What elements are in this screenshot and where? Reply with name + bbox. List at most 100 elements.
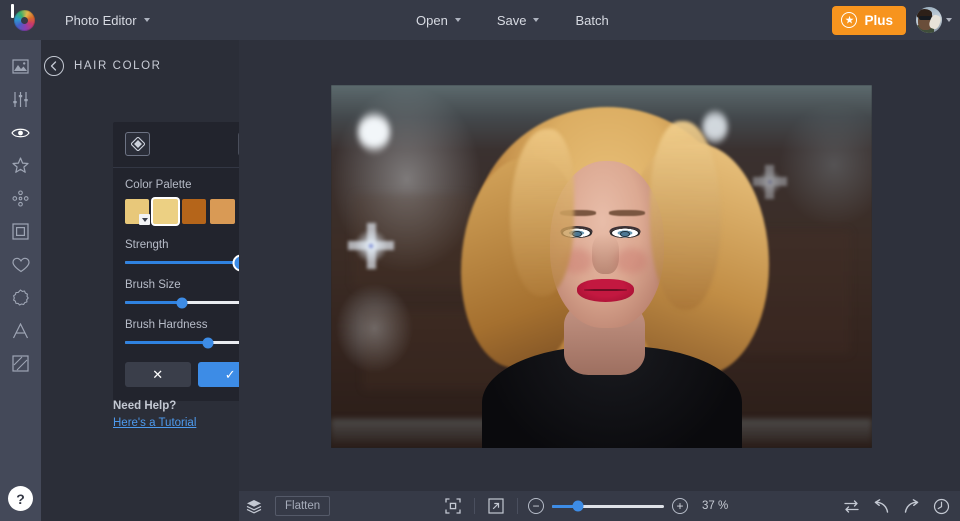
compare-button[interactable] <box>836 491 866 521</box>
expand-icon <box>488 498 504 514</box>
panel-header: HAIR COLOR <box>41 40 239 80</box>
fit-to-screen-icon <box>445 498 461 514</box>
zoom-in-button[interactable]: + <box>672 498 688 514</box>
sidebar-item-image[interactable] <box>0 50 41 83</box>
slider-brush-hardness-fill <box>125 341 208 344</box>
paint-tool-icon <box>131 137 145 151</box>
left-icon-rail: ? <box>0 40 41 521</box>
help-button[interactable]: ? <box>8 486 33 511</box>
divider <box>517 498 518 514</box>
layers-button[interactable] <box>239 491 269 521</box>
canvas-area[interactable] <box>239 40 960 491</box>
slider-brush-hardness-label: Brush Hardness <box>125 319 207 331</box>
app-switcher-menu[interactable]: Photo Editor <box>54 7 161 33</box>
layers-icon <box>246 499 262 514</box>
befunky-logo-icon <box>14 10 35 31</box>
star-icon: ★ <box>841 12 857 28</box>
swatch-copper[interactable] <box>182 199 206 224</box>
sidebar-item-overlays[interactable] <box>0 248 41 281</box>
redo-icon <box>903 499 920 514</box>
page-title: HAIR COLOR <box>74 60 162 72</box>
hair-strand-front-right <box>650 121 720 310</box>
sidebar-item-edit[interactable] <box>0 83 41 116</box>
texture-icon <box>12 355 29 372</box>
image-icon <box>12 59 29 74</box>
chevron-down-icon[interactable] <box>139 214 150 225</box>
slider-brush-size-thumb[interactable] <box>176 297 187 308</box>
sidebar-item-touch-up[interactable] <box>0 116 41 149</box>
chevron-down-icon <box>455 18 461 22</box>
swatch-tan[interactable] <box>210 199 234 224</box>
save-label: Save <box>497 13 527 28</box>
zoom-slider-track[interactable] <box>552 505 664 508</box>
tool-panel: HAIR COLOR Color Palette <box>41 40 239 521</box>
chevron-down-icon <box>946 18 952 22</box>
sidebar-item-graphics[interactable] <box>0 281 41 314</box>
nodes-icon <box>12 190 29 207</box>
top-toolbar: Photo Editor Open Save Batch ★ Plus <box>0 0 960 40</box>
zoom-out-label: − <box>532 500 539 512</box>
back-button[interactable] <box>44 56 64 76</box>
slider-brush-size-fill <box>125 301 182 304</box>
history-button[interactable] <box>926 491 956 521</box>
swatch-pale-gold[interactable] <box>153 199 177 224</box>
badge-icon <box>12 289 29 306</box>
eyebrow-right <box>609 210 645 215</box>
avatar <box>916 7 942 33</box>
batch-label: Batch <box>575 13 608 28</box>
account-menu[interactable] <box>916 7 952 33</box>
eye-icon <box>11 126 30 140</box>
text-a-icon <box>12 323 29 339</box>
undo-button[interactable] <box>866 491 896 521</box>
sliders-icon <box>12 91 29 108</box>
divider <box>474 498 475 514</box>
chevron-down-icon <box>144 18 150 22</box>
slider-strength-label: Strength <box>125 239 168 251</box>
portrait-woman-golden-hair[interactable] <box>331 85 872 448</box>
zoom-slider-thumb[interactable] <box>572 501 583 512</box>
chevron-down-icon <box>533 18 539 22</box>
cancel-button[interactable]: ✕ <box>125 362 191 387</box>
slider-brush-size-label: Brush Size <box>125 279 181 291</box>
bottom-toolbar: Flatten − + 37 % <box>239 491 960 521</box>
heart-icon <box>12 257 30 273</box>
top-toolbar-center: Open Save Batch <box>405 0 620 40</box>
history-icon <box>933 498 950 515</box>
open-button[interactable]: Open <box>405 7 472 33</box>
flatten-label: Flatten <box>285 500 320 512</box>
plus-label: Plus <box>864 13 893 28</box>
undo-icon <box>873 499 890 514</box>
batch-button[interactable]: Batch <box>564 7 619 33</box>
star-icon <box>12 157 29 174</box>
lips-red <box>577 279 634 302</box>
plus-upgrade-button[interactable]: ★ Plus <box>832 6 906 35</box>
swatch-custom[interactable] <box>125 199 149 224</box>
sidebar-item-textures[interactable] <box>0 347 41 380</box>
open-label: Open <box>416 13 448 28</box>
help-label: ? <box>16 491 25 507</box>
app-switcher-label: Photo Editor <box>65 13 137 28</box>
nose <box>592 234 619 274</box>
cancel-label: ✕ <box>152 367 163 383</box>
flatten-button[interactable]: Flatten <box>275 496 330 516</box>
slider-brush-hardness-thumb[interactable] <box>202 337 213 348</box>
zoom-in-label: + <box>676 500 683 512</box>
fullscreen-button[interactable] <box>481 491 511 521</box>
compare-icon <box>843 499 860 514</box>
zoom-level-value: 37 % <box>702 500 728 512</box>
sidebar-item-artsy[interactable] <box>0 182 41 215</box>
frame-icon <box>12 223 29 240</box>
fit-to-screen-button[interactable] <box>438 491 468 521</box>
person-subject <box>331 85 872 448</box>
top-toolbar-right: ★ Plus <box>832 0 952 40</box>
sidebar-item-frames[interactable] <box>0 215 41 248</box>
paint-tool-button[interactable] <box>125 132 150 156</box>
apply-label: ✓ <box>225 367 236 383</box>
zoom-out-button[interactable]: − <box>528 498 544 514</box>
redo-button[interactable] <box>896 491 926 521</box>
photo-editor-app: Photo Editor Open Save Batch ★ Plus <box>0 0 960 521</box>
sidebar-item-text[interactable] <box>0 314 41 347</box>
sidebar-item-effects[interactable] <box>0 149 41 182</box>
save-button[interactable]: Save <box>486 7 551 33</box>
app-logo[interactable] <box>4 0 44 40</box>
